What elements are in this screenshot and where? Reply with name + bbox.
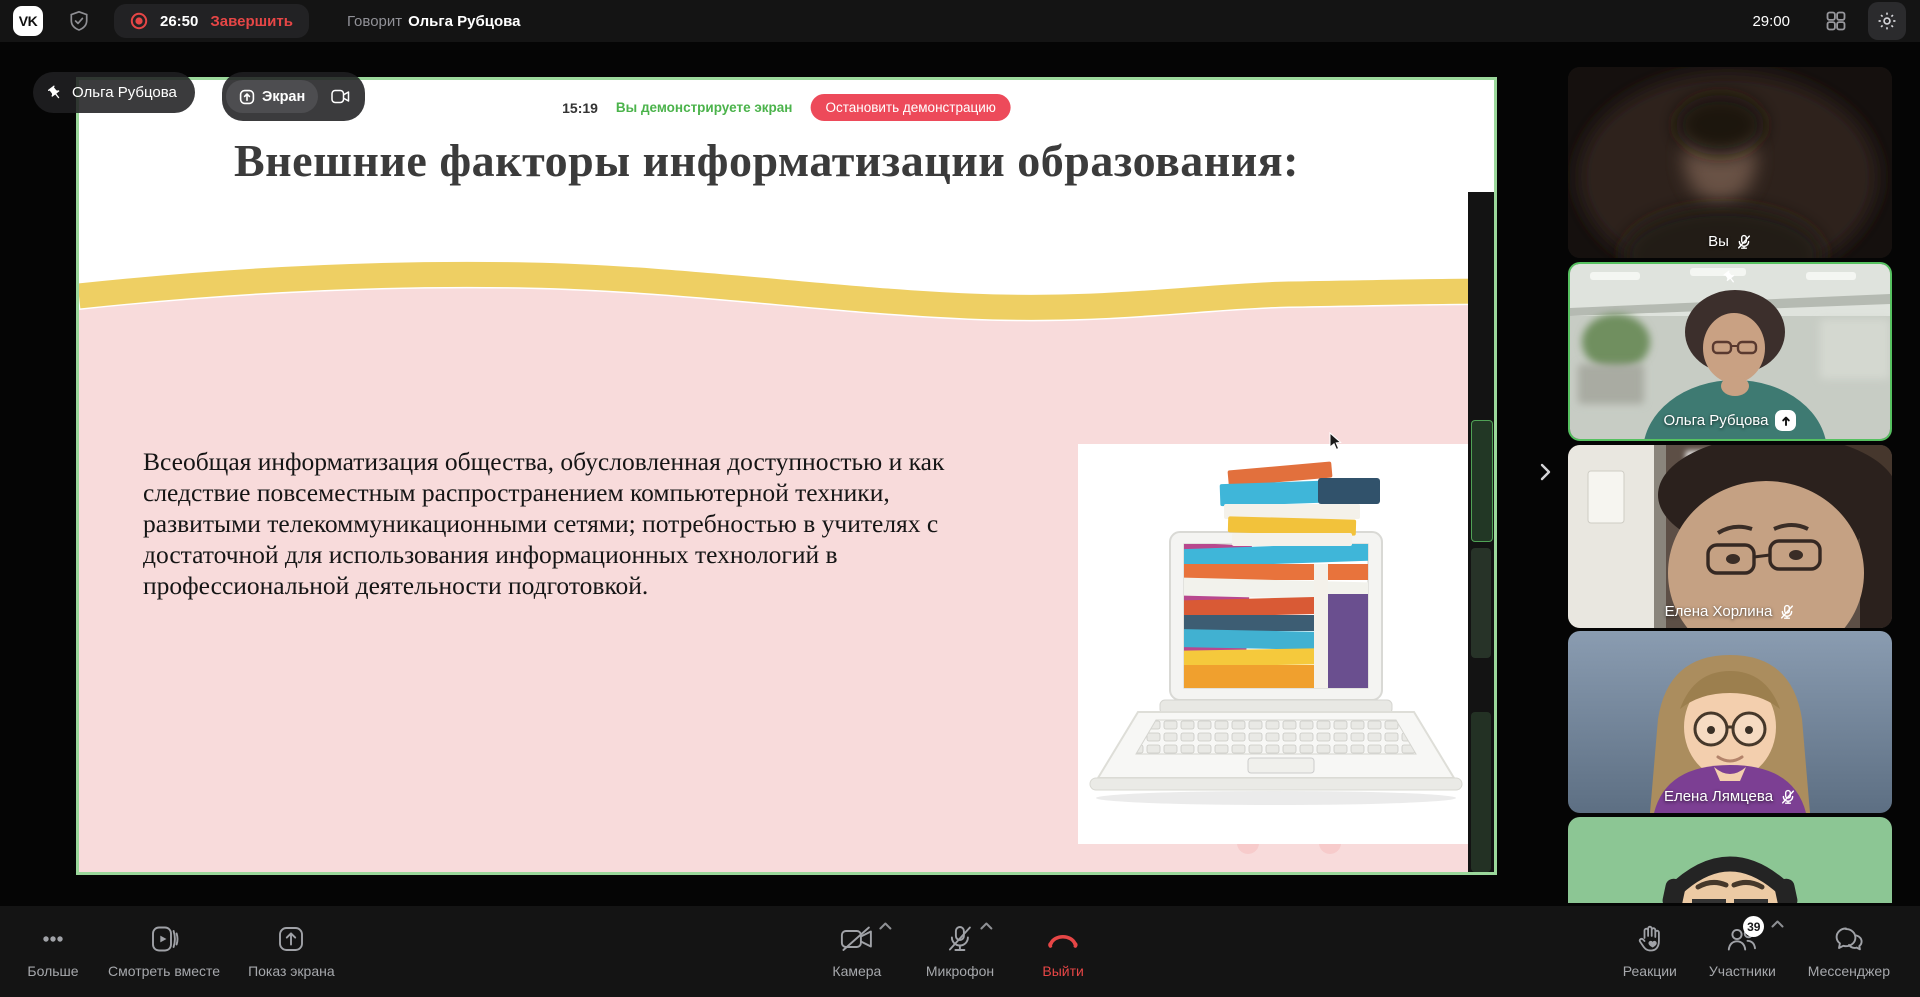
speaking-name: Ольга Рубцова [408, 13, 520, 30]
hand-heart-icon [1635, 924, 1665, 954]
vk-logo: VK [13, 6, 43, 36]
slide-title: Внешние факторы информатизации образован… [79, 134, 1454, 187]
messenger-icon [1833, 924, 1865, 954]
participant-video [1568, 631, 1892, 813]
slide-body-line: следствие повсеместным распространением … [143, 477, 1023, 508]
slide-body-text: Всеобщая информатизация общества, обусло… [143, 446, 1023, 602]
mic-muted-icon [1736, 234, 1752, 250]
phone-hangup-icon [1046, 924, 1080, 954]
participant-tile-partial[interactable] [1568, 817, 1892, 903]
slide-body-line: профессиональной деятельности подготовко… [143, 570, 1023, 601]
participant-name: Ольга Рубцова [1664, 412, 1769, 429]
screen-source-pill: Экран [222, 72, 365, 121]
shield-check-icon[interactable] [68, 10, 90, 32]
screen-share-status-bar: 15:19 Вы демонстрируете экран Остановить… [562, 94, 1011, 121]
messenger-button[interactable]: Мессенджер [1808, 924, 1890, 979]
collapse-sidebar-chevron[interactable] [1538, 462, 1552, 482]
mic-off-icon [945, 924, 975, 954]
reactions-button[interactable]: Реакции [1623, 924, 1677, 979]
mic-muted-icon [1779, 604, 1795, 620]
share-elapsed-time: 15:19 [562, 100, 598, 116]
recording-pill: 26:50 Завершить [114, 4, 309, 38]
share-status-text: Вы демонстрируете экран [616, 100, 793, 115]
pinned-presenter-pill[interactable]: Ольга Рубцова [33, 72, 195, 113]
participants-sidebar: Вы [1568, 67, 1892, 906]
slide-body-line: Всеобщая информатизация общества, обусло… [143, 446, 1023, 477]
participant-tile-elena-lyamtseva[interactable]: Елена Лямцева [1568, 631, 1892, 813]
pinned-presenter-name: Ольга Рубцова [72, 84, 177, 101]
participants-icon: 39 [1726, 924, 1758, 954]
screen-share-icon [276, 924, 306, 954]
presenter-camera-icon[interactable] [320, 89, 361, 104]
mouse-cursor [1329, 432, 1343, 457]
participant-name: Вы [1708, 233, 1729, 250]
participant-tile-elena-horlina[interactable]: Елена Хорлина [1568, 445, 1892, 628]
finish-recording-button[interactable]: Завершить [210, 13, 293, 30]
bottom-toolbar: Больше Смотреть вместе [0, 906, 1920, 997]
watch-together-icon [149, 924, 179, 954]
slide-body-line: достаточной для использования информацио… [143, 539, 1023, 570]
record-icon [130, 12, 148, 30]
mic-muted-icon [1780, 789, 1796, 805]
screen-source-label: Экран [262, 89, 305, 105]
presentation-slide: 15:19 Вы демонстрируете экран Остановить… [79, 80, 1494, 872]
share-screen-button[interactable]: Показ экрана [248, 924, 335, 979]
participant-name: Елена Лямцева [1664, 788, 1773, 805]
captured-window-edge [1468, 192, 1494, 872]
screen-source-button[interactable]: Экран [226, 80, 318, 113]
camera-options-caret[interactable] [879, 922, 892, 930]
laptop-books-image [1078, 444, 1474, 844]
call-stage: 15:19 Вы демонстрируете экран Остановить… [0, 42, 1920, 906]
settings-button[interactable] [1868, 2, 1906, 40]
pin-icon [1723, 270, 1738, 285]
speaking-prefix: Говорит [347, 13, 402, 30]
stop-sharing-button[interactable]: Остановить демонстрацию [810, 94, 1010, 121]
participant-name: Елена Хорлина [1665, 603, 1773, 620]
participant-video [1568, 67, 1892, 258]
vk-call-window: VK 26:50 Завершить Говорит Ольга Рубцова… [0, 0, 1920, 997]
participant-video [1568, 817, 1892, 903]
layout-grid-button[interactable] [1824, 9, 1848, 33]
slide-body-line: развитыми телекоммуникационными сетями; … [143, 508, 1023, 539]
participants-caret[interactable] [1771, 920, 1784, 928]
participant-video [1568, 445, 1892, 628]
shared-screen: 15:19 Вы демонстрируете экран Остановить… [76, 77, 1497, 875]
leave-call-button[interactable]: Выйти [1036, 924, 1090, 979]
participant-tile-you[interactable]: Вы [1568, 67, 1892, 258]
more-button[interactable]: Больше [26, 924, 80, 979]
participant-tile-olga-rubtsova[interactable]: Ольга Рубцова [1568, 262, 1892, 441]
participants-count-badge: 39 [1743, 916, 1764, 937]
screen-sharing-badge [1775, 410, 1796, 431]
microphone-button[interactable]: Микрофон [926, 924, 994, 979]
top-bar: VK 26:50 Завершить Говорит Ольга Рубцова… [0, 0, 1920, 42]
participants-button[interactable]: 39 Участники [1709, 924, 1776, 979]
call-timer: 29:00 [1752, 13, 1790, 30]
pin-icon [47, 85, 63, 101]
recording-timer: 26:50 [160, 13, 198, 30]
watch-together-button[interactable]: Смотреть вместе [108, 924, 220, 979]
ellipsis-icon [38, 924, 68, 954]
camera-button[interactable]: Камера [830, 924, 884, 979]
speaking-indicator: Говорит Ольга Рубцова [347, 13, 521, 30]
camera-off-icon [840, 924, 874, 954]
microphone-options-caret[interactable] [980, 922, 993, 930]
